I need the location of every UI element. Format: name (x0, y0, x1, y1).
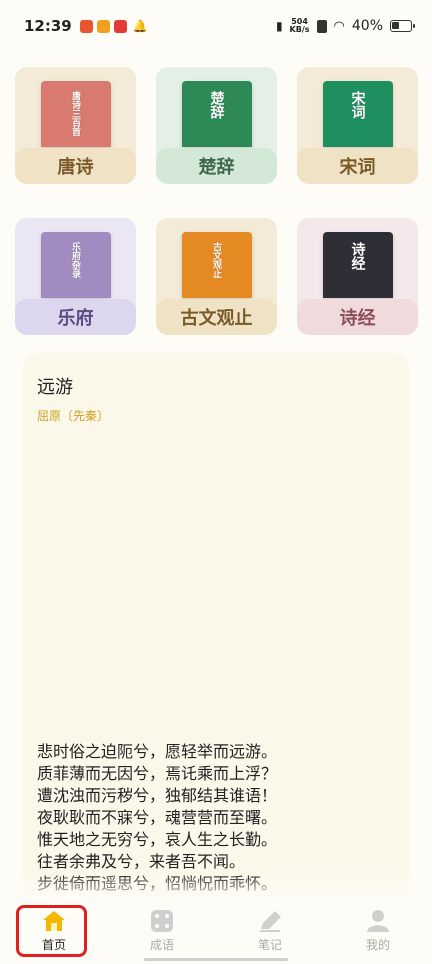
book-cover-title: 古文观止 (211, 242, 221, 278)
poem-line: 遭沈浊而污秽兮，独郁结其谁语！ (37, 786, 278, 805)
nav-label: 我的 (365, 938, 390, 952)
dice-icon (149, 909, 175, 933)
category-card-5[interactable]: 古文观止 古文观止 (156, 218, 277, 335)
status-time: 12:39 (24, 17, 72, 35)
weibo-icon (96, 19, 110, 33)
poem-card[interactable]: 远游 屈原〔先秦〕 悲时俗之迫阨兮，愿轻举而远游。 质菲薄而无因兮，焉讬乘而上浮？… (23, 353, 409, 903)
category-card-4[interactable]: 乐府杂录 乐府 (15, 218, 136, 335)
book-cover-title: 唐诗三百首 (70, 91, 80, 136)
book-cover-image: 楚辞 (181, 81, 252, 147)
net-speed: 504 KB/s (289, 17, 310, 34)
category-label: 楚辞 (156, 148, 277, 184)
book-cover-image: 诗经 (322, 232, 393, 298)
category-card-6[interactable]: 诗经 诗经 (297, 218, 418, 335)
category-label: 唐诗 (15, 148, 136, 184)
poem-title: 远游 (37, 377, 73, 398)
book-cover-image: 宋词 (322, 81, 393, 147)
category-label: 古文观止 (156, 299, 277, 335)
book-cover-title: 乐府杂录 (70, 242, 80, 278)
book-cover-title: 诗经 (349, 242, 366, 270)
news-app-icon (113, 19, 127, 33)
poem-line: 夜耿耿而不寐兮，魂营营而至曙。 (37, 808, 278, 827)
notification-app-icon (79, 19, 93, 33)
home-highlight-box (16, 905, 87, 957)
nav-tab-4[interactable]: 我的 (324, 897, 432, 964)
category-card-2[interactable]: 楚辞 楚辞 (156, 67, 277, 184)
book-cover-title: 宋词 (349, 91, 366, 119)
nav-label: 成语 (149, 938, 174, 952)
poem-line: 质菲薄而无因兮，焉讬乘而上浮？ (37, 764, 278, 783)
nav-label: 笔记 (257, 938, 282, 952)
person-icon (365, 909, 391, 933)
book-cover-image: 古文观止 (181, 232, 252, 298)
category-card-1[interactable]: 唐诗三百首 唐诗 (15, 67, 136, 184)
category-card-3[interactable]: 宋词 宋词 (297, 67, 418, 184)
poem-line: 悲时俗之迫阨兮，愿轻举而远游。 (37, 742, 278, 761)
vibrate-icon: ▮ (275, 19, 283, 33)
book-cover-title: 楚辞 (208, 91, 225, 119)
battery-icon (390, 20, 415, 32)
pen-icon (257, 909, 283, 933)
book-cover-image: 唐诗三百首 (40, 81, 111, 147)
no-sim-icon (316, 19, 327, 33)
category-label: 宋词 (297, 148, 418, 184)
status-bar: 12:39 🔔 ▮ 504 KB/s ◠ 40% (0, 0, 432, 52)
gesture-bar (144, 958, 288, 961)
category-label: 诗经 (297, 299, 418, 335)
book-cover-image: 乐府杂录 (40, 232, 111, 298)
wifi-icon: ◠ (333, 18, 345, 34)
poem-author[interactable]: 屈原〔先秦〕 (37, 407, 109, 424)
nav-tab-3[interactable]: 笔记 (216, 897, 324, 964)
category-label: 乐府 (15, 299, 136, 335)
poem-line: 惟天地之无穷兮，哀人生之长勤。 (37, 830, 278, 849)
nav-tab-2[interactable]: 成语 (108, 897, 216, 964)
bell-icon: 🔔 (132, 19, 148, 33)
poem-line: 往者余弗及兮，来者吾不闻。 (37, 852, 246, 871)
battery-percent: 40% (351, 18, 383, 34)
